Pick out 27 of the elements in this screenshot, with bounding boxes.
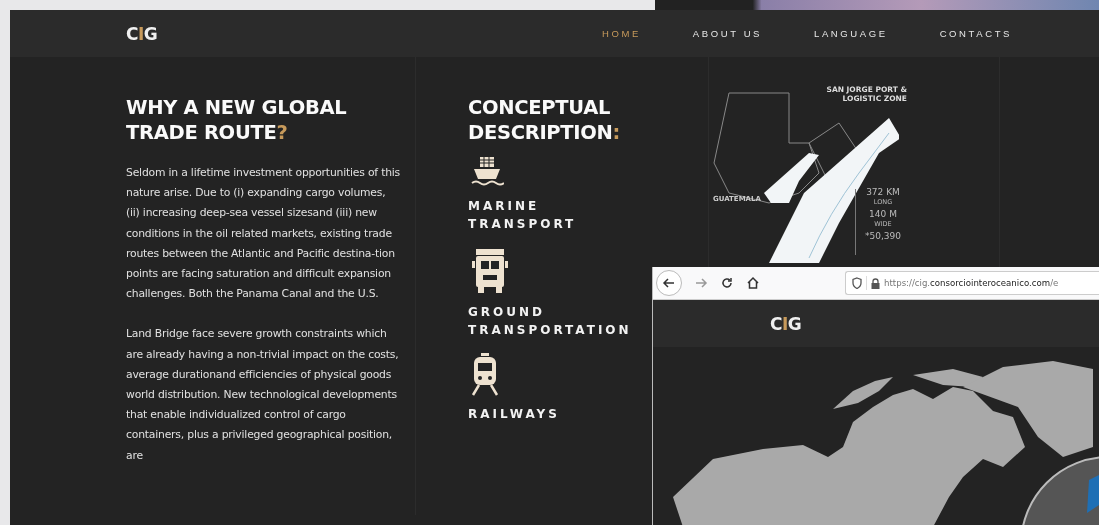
address-bar[interactable]: https://cig.consorciointeroceanico.com/e (845, 271, 1099, 295)
home-icon[interactable] (746, 276, 760, 290)
transport-label: MARINE TRANSPORT (468, 198, 577, 233)
lock-icon (871, 277, 880, 289)
train-icon (470, 353, 500, 397)
stat-value: *50,390 (865, 231, 901, 242)
stat-value: 140 M (868, 209, 898, 220)
nav-link[interactable]: HOME (601, 28, 641, 39)
url-text: https://cig.consorciointeroceanico.com/e (884, 278, 1059, 288)
section-heading: CONCEPTUAL DESCRIPTION: (468, 95, 622, 145)
nav-link[interactable]: CONTACTS (939, 28, 1012, 39)
logo[interactable]: CIG (126, 23, 158, 44)
back-icon (662, 276, 676, 290)
nav-link[interactable]: LANGUAGE (814, 28, 888, 39)
back-button[interactable] (656, 270, 682, 296)
forward-icon[interactable] (694, 276, 708, 290)
truck-icon (470, 247, 510, 295)
paragraph: Seldom in a lifetime investment opportunities of this nature arise. Due to (i) expanding cargo volumes, (ii) increasing deep-sea vessel sizesand (iii) new conditions in the oil related markets, existing trade routes between the Atlantic and Pacific destina-tion points are facing saturation and difficult expansion challenges. Both the Panama Canal and the U.S. (126, 165, 401, 303)
nav-link[interactable]: ABOUT US (692, 28, 763, 39)
logo[interactable]: CIG (770, 313, 802, 334)
transport-label: GROUND TRANSPORTATION (468, 304, 632, 339)
reload-icon[interactable] (720, 276, 734, 290)
section-heading: WHY A NEW GLOBAL TRADE ROUTE? (126, 95, 348, 145)
shield-icon[interactable] (852, 277, 862, 289)
stat-value: 372 KM (865, 187, 901, 198)
paragraph: Land Bridge face severe growth constraints which are already having a non-trivial impact on the costs, average durationand efficiencies of physical goods world distribution. New technological developments that enable individualized control of cargo containers, plus a privileged geographical position, are (126, 326, 400, 464)
transport-label: RAILWAYS (468, 406, 560, 423)
